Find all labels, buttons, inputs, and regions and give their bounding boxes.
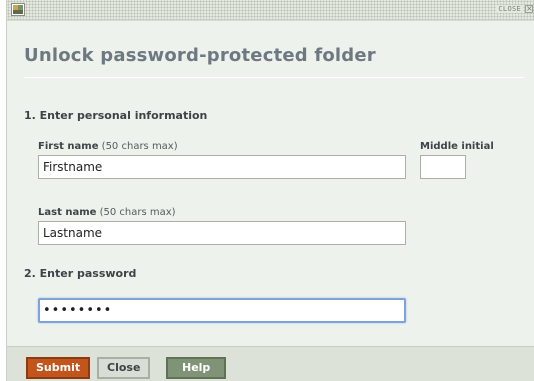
middle-initial-label: Middle initial [420,141,494,152]
last-name-label-text: Last name [38,207,97,218]
help-button[interactable]: Help [166,357,227,379]
first-name-hint: (50 chars max) [101,141,178,152]
first-name-label: First name (50 chars max) [38,141,178,152]
first-name-label-text: First name [38,141,99,152]
title-divider [24,77,524,78]
last-name-field[interactable] [38,221,406,245]
section-heading-personal: 1. Enter personal information [24,109,208,122]
submit-button[interactable]: Submit [26,357,91,379]
unlock-folder-dialog: CLOSE × Unlock password-protected folder… [6,0,534,381]
dialog-footer: Submit Close Help [7,346,534,381]
password-field[interactable] [38,298,406,323]
last-name-hint: (50 chars max) [99,207,176,218]
middle-initial-field[interactable] [420,155,466,179]
close-button[interactable]: Close [97,357,151,379]
first-name-field[interactable] [38,155,406,179]
last-name-label: Last name (50 chars max) [38,207,176,218]
app-icon [11,3,25,16]
close-label[interactable]: CLOSE [496,5,523,13]
page-title: Unlock password-protected folder [24,45,376,66]
section-heading-password: 2. Enter password [24,267,137,280]
middle-initial-label-text: Middle initial [420,141,494,152]
dialog-titlebar[interactable]: CLOSE × [7,0,534,21]
close-icon[interactable]: × [525,5,533,13]
